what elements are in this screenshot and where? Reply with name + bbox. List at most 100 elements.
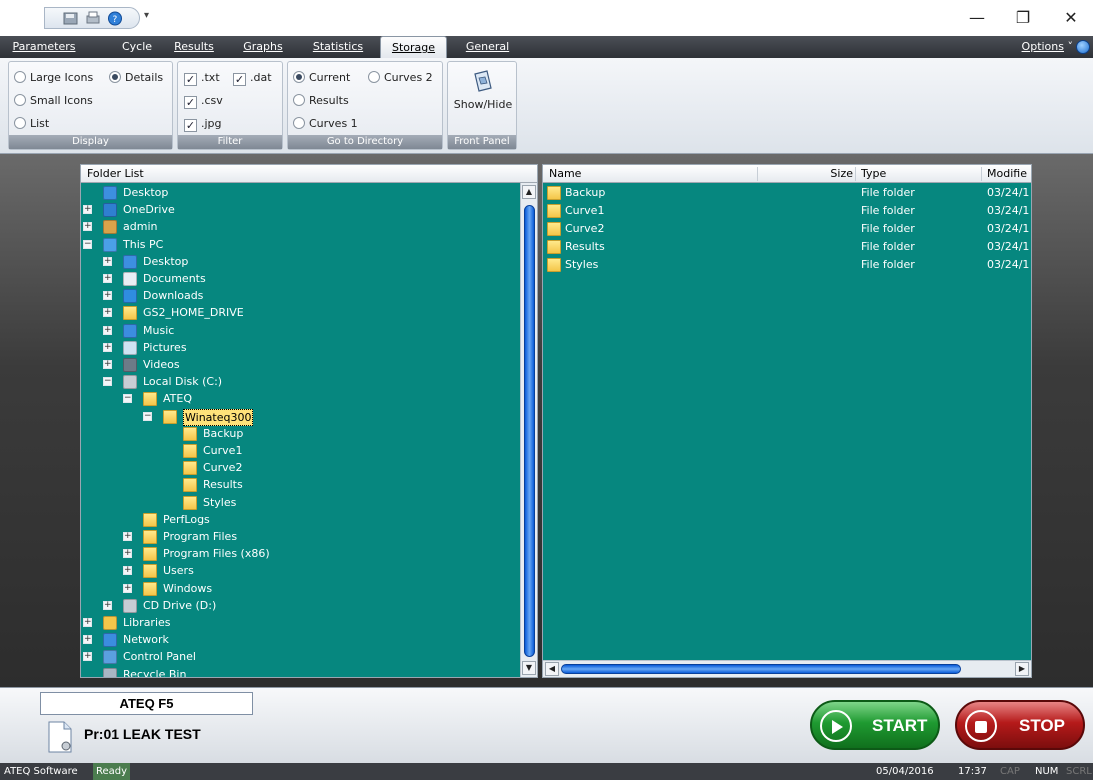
- tree-item[interactable]: Backup: [81, 425, 519, 442]
- tab-parameters[interactable]: Parameters: [8, 36, 80, 58]
- file-row[interactable]: Curve2 File folder 03/24/1: [543, 220, 1029, 238]
- tree-item[interactable]: + GS2_HOME_DRIVE: [81, 304, 519, 321]
- goto-current-option[interactable]: Current: [293, 70, 350, 86]
- column-name-header[interactable]: Name: [549, 165, 581, 183]
- customize-qat-icon[interactable]: ▾: [144, 10, 149, 21]
- expand-icon[interactable]: +: [103, 274, 112, 283]
- tree-item[interactable]: Recycle Bin: [81, 666, 519, 677]
- stop-button[interactable]: STOP: [955, 700, 1085, 750]
- collapse-icon[interactable]: −: [83, 239, 92, 249]
- tree-item[interactable]: PerfLogs: [81, 511, 519, 528]
- tab-statistics[interactable]: Statistics: [307, 36, 369, 58]
- filter-dat-checkbox[interactable]: ✓ .dat: [233, 70, 272, 86]
- file-row[interactable]: Backup File folder 03/24/1: [543, 184, 1029, 202]
- small-icons-option[interactable]: Small Icons: [14, 93, 93, 109]
- goto-curves1-option[interactable]: Curves 1: [293, 116, 358, 132]
- tree-item-label: Program Files (x86): [163, 547, 270, 561]
- tree-item[interactable]: Desktop: [81, 184, 519, 201]
- tree-item[interactable]: + Documents: [81, 270, 519, 287]
- scroll-thumb[interactable]: [524, 205, 535, 657]
- restore-button[interactable]: ❐: [1007, 6, 1039, 30]
- column-size-header[interactable]: Size: [823, 165, 853, 183]
- tab-cycle[interactable]: Cycle: [112, 36, 162, 58]
- tree-item-label: Downloads: [143, 289, 204, 303]
- expand-icon[interactable]: +: [103, 291, 112, 301]
- tab-results[interactable]: Results: [168, 36, 220, 58]
- tree-item[interactable]: + Users: [81, 562, 519, 579]
- close-button[interactable]: ✕: [1055, 6, 1087, 30]
- print-icon[interactable]: [85, 11, 101, 26]
- scroll-thumb[interactable]: [561, 664, 961, 674]
- filter-jpg-checkbox[interactable]: ✓ .jpg: [184, 116, 222, 132]
- scroll-left-icon[interactable]: ◀: [545, 662, 559, 676]
- expand-icon[interactable]: +: [103, 360, 112, 369]
- expand-icon[interactable]: +: [123, 532, 132, 541]
- tree-item[interactable]: + Downloads: [81, 287, 519, 304]
- tree-item[interactable]: + CD Drive (D:): [81, 597, 519, 614]
- tree-vertical-scrollbar[interactable]: ▲ ▼: [520, 183, 537, 677]
- tree-item[interactable]: + Windows: [81, 580, 519, 597]
- tree-item[interactable]: + Pictures: [81, 339, 519, 356]
- expand-icon[interactable]: +: [83, 205, 92, 215]
- expand-icon[interactable]: +: [123, 549, 132, 559]
- collapse-icon[interactable]: −: [123, 394, 132, 404]
- tree-item[interactable]: − Winateq300: [81, 408, 519, 426]
- scroll-up-icon[interactable]: ▲: [522, 185, 536, 199]
- file-horizontal-scrollbar[interactable]: ◀ ▶: [543, 660, 1031, 677]
- help-icon[interactable]: ?: [107, 11, 123, 26]
- expand-icon[interactable]: +: [103, 308, 112, 318]
- filter-csv-checkbox[interactable]: ✓ .csv: [184, 93, 223, 109]
- tree-item[interactable]: + admin: [81, 218, 519, 235]
- file-row[interactable]: Results File folder 03/24/1: [543, 238, 1029, 256]
- help-icon[interactable]: [1076, 40, 1090, 54]
- tree-item[interactable]: + Program Files (x86): [81, 545, 519, 562]
- minimize-button[interactable]: —: [961, 6, 993, 30]
- tree-item[interactable]: + OneDrive: [81, 201, 519, 218]
- expand-icon[interactable]: +: [83, 222, 92, 232]
- tree-item[interactable]: + Libraries: [81, 614, 519, 631]
- tree-item[interactable]: Styles: [81, 494, 519, 511]
- tree-item[interactable]: Curve2: [81, 459, 519, 476]
- goto-results-option[interactable]: Results: [293, 93, 349, 109]
- tree-item[interactable]: + Control Panel: [81, 648, 519, 665]
- show-hide-button[interactable]: Show/Hide: [452, 68, 514, 126]
- tree-item[interactable]: Results: [81, 476, 519, 493]
- filter-txt-checkbox[interactable]: ✓ .txt: [184, 70, 220, 86]
- expand-icon[interactable]: +: [103, 600, 112, 610]
- collapse-icon[interactable]: −: [143, 411, 152, 421]
- column-type-header[interactable]: Type: [861, 165, 886, 183]
- expand-icon[interactable]: +: [103, 325, 112, 335]
- tree-item[interactable]: − Local Disk (C:): [81, 373, 519, 390]
- expand-icon[interactable]: +: [123, 566, 132, 576]
- column-modified-header[interactable]: Modifie: [987, 165, 1031, 183]
- tree-item[interactable]: + Music: [81, 322, 519, 339]
- details-option[interactable]: Details: [109, 70, 163, 86]
- tree-item[interactable]: + Program Files: [81, 528, 519, 545]
- tree-item[interactable]: + Videos: [81, 356, 519, 373]
- collapse-icon[interactable]: −: [103, 377, 112, 387]
- tab-storage[interactable]: Storage: [380, 36, 447, 58]
- list-option[interactable]: List: [14, 116, 49, 132]
- tree-item[interactable]: − ATEQ: [81, 390, 519, 407]
- expand-icon[interactable]: +: [103, 342, 112, 352]
- expand-icon[interactable]: +: [83, 618, 92, 627]
- tree-item[interactable]: Curve1: [81, 442, 519, 459]
- tab-graphs[interactable]: Graphs: [238, 36, 288, 58]
- start-button[interactable]: START: [810, 700, 940, 750]
- large-icons-option[interactable]: Large Icons: [14, 70, 93, 86]
- tab-general[interactable]: General: [460, 36, 515, 58]
- tree-item[interactable]: − This PC: [81, 236, 519, 253]
- scroll-down-icon[interactable]: ▼: [522, 661, 536, 675]
- file-row[interactable]: Styles File folder 03/24/1: [543, 256, 1029, 274]
- options-menu[interactable]: Options ˅: [1022, 36, 1073, 58]
- expand-icon[interactable]: +: [123, 583, 132, 593]
- expand-icon[interactable]: +: [103, 256, 112, 266]
- tree-item[interactable]: + Network: [81, 631, 519, 648]
- save-icon[interactable]: [63, 11, 79, 26]
- scroll-right-icon[interactable]: ▶: [1015, 662, 1029, 676]
- goto-curves2-option[interactable]: Curves 2: [368, 70, 433, 86]
- expand-icon[interactable]: +: [83, 635, 92, 645]
- expand-icon[interactable]: +: [83, 652, 92, 662]
- file-row[interactable]: Curve1 File folder 03/24/1: [543, 202, 1029, 220]
- tree-item[interactable]: + Desktop: [81, 253, 519, 270]
